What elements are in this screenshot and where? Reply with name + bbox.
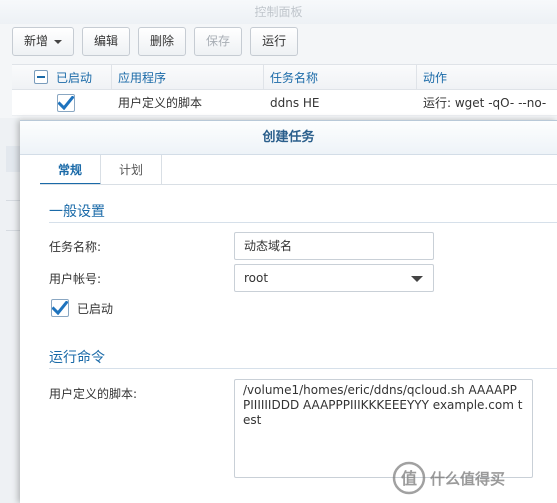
tab-general[interactable]: 常规 — [40, 155, 102, 185]
tab-divider — [40, 184, 557, 185]
column-task[interactable]: 任务名称 — [264, 65, 417, 89]
general-section-title: 一般设置 — [49, 204, 105, 220]
watermark: 值 什么值得买 — [392, 461, 505, 495]
task-table: 已启动 应用程序 任务名称 动作 用户定义的脚本 ddns HE 运行: wge… — [12, 64, 557, 116]
dialog-tabs: 常规 计划 — [40, 155, 163, 185]
svg-text:值: 值 — [401, 469, 417, 488]
control-panel-title: 控制面板 — [0, 0, 557, 24]
task-name-label: 任务名称: — [49, 240, 102, 254]
row-enabled-checkbox[interactable] — [57, 93, 75, 112]
tab-schedule[interactable]: 计划 — [101, 155, 163, 185]
column-action[interactable]: 动作 — [417, 65, 557, 89]
zhi-logo-icon: 值 — [392, 461, 426, 495]
save-button[interactable]: 保存 — [194, 27, 243, 56]
chevron-down-icon — [411, 276, 423, 282]
run-button[interactable]: 运行 — [250, 27, 299, 56]
section-divider — [49, 368, 557, 369]
column-app[interactable]: 应用程序 — [112, 65, 264, 89]
user-script-label: 用户定义的脚本: — [49, 387, 138, 401]
edit-button[interactable]: 编辑 — [82, 27, 131, 56]
row-app-cell: 用户定义的脚本 — [118, 96, 203, 110]
select-all-checkbox[interactable] — [34, 70, 48, 84]
add-button[interactable]: 新增 — [12, 27, 75, 56]
background-list-edge — [0, 118, 20, 503]
column-enabled[interactable]: 已启动 — [12, 65, 112, 89]
table-header: 已启动 应用程序 任务名称 动作 — [12, 65, 557, 90]
row-action-cell: 运行: wget -qO- --no- — [423, 96, 547, 110]
create-task-dialog: 创建任务 常规 计划 一般设置 任务名称: 动态域名 用户帐号: root 已启… — [20, 120, 557, 503]
run-command-section-title: 运行命令 — [49, 350, 105, 366]
user-account-label: 用户帐号: — [49, 272, 102, 286]
background-divider — [6, 230, 20, 231]
user-account-value: root — [244, 271, 269, 285]
user-account-select[interactable]: root — [234, 264, 434, 292]
background-row — [6, 146, 20, 172]
column-enabled-label: 已启动 — [56, 70, 93, 85]
delete-button[interactable]: 删除 — [138, 27, 187, 56]
add-button-label: 新增 — [24, 34, 49, 48]
chevron-down-icon — [54, 39, 63, 44]
watermark-text: 什么值得买 — [430, 469, 506, 488]
background-divider — [6, 200, 20, 201]
row-task-cell: ddns HE — [270, 95, 320, 110]
task-name-field[interactable]: 动态域名 — [234, 232, 434, 260]
checkmark-icon — [52, 301, 68, 315]
enabled-option[interactable]: 已启动 — [51, 299, 113, 317]
enabled-checkbox[interactable] — [51, 299, 69, 317]
row-enabled-cell — [12, 90, 112, 115]
table-row[interactable]: 用户定义的脚本 ddns HE 运行: wget -qO- --no- — [12, 90, 557, 116]
enabled-label: 已启动 — [77, 301, 114, 316]
checkmark-icon — [58, 95, 74, 110]
dialog-title: 创建任务 — [20, 121, 557, 155]
toolbar: 新增 编辑 删除 保存 运行 — [12, 27, 299, 56]
section-divider — [49, 222, 557, 223]
